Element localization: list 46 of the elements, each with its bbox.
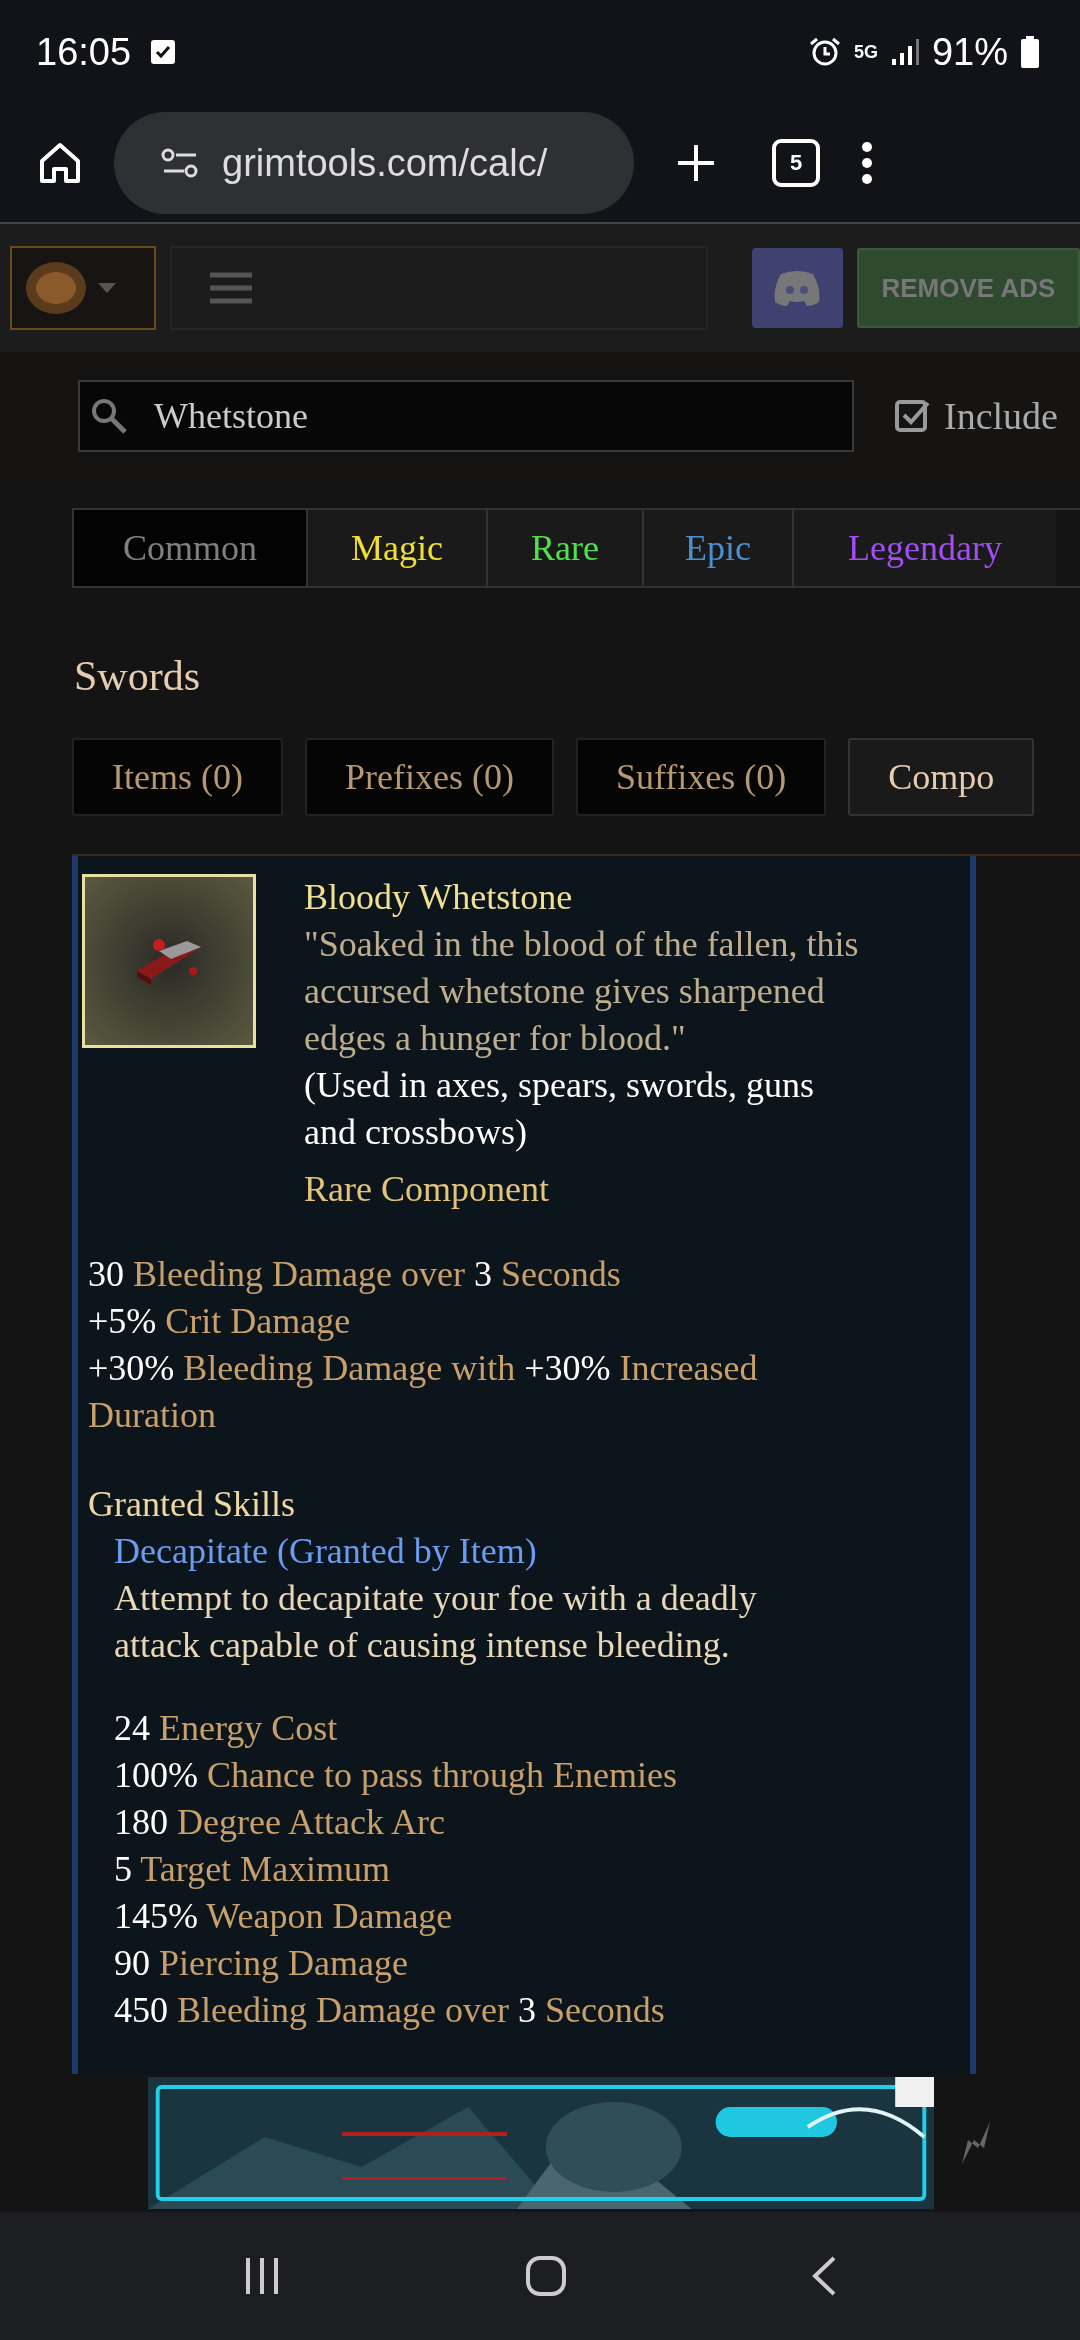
skill-name-link[interactable]: Decapitate (Granted by Item) <box>114 1528 950 1575</box>
item-type: Rare Component <box>304 1168 550 1211</box>
search-icon <box>90 397 128 435</box>
more-options-icon[interactable] <box>860 141 874 185</box>
signal-icon <box>889 37 920 67</box>
stat-line: 145% Weapon Damage <box>114 1895 454 1938</box>
category-tab[interactable]: Suffixes (0) <box>575 738 827 816</box>
address-bar[interactable]: grimtools.com/calc/ <box>114 112 634 214</box>
skill-description: Attempt to decapitate your foe with a deadly attack capable of causing intense bleeding. <box>114 1577 758 1667</box>
stat-line: +30% Bleeding Damage with +30% Increased Duration <box>88 1347 759 1437</box>
stat-line: +5% Crit Damage <box>88 1300 352 1343</box>
clock-time: 16:05 <box>36 30 132 74</box>
battery-icon <box>1020 36 1040 68</box>
include-label: Include <box>944 394 1058 438</box>
stat-line: 180 Degree Attack Arc <box>114 1801 446 1844</box>
stat-line: 90 Piercing Damage <box>114 1942 409 1985</box>
home-button-icon[interactable] <box>525 2255 567 2297</box>
stat-line: 5 Target Maximum <box>114 1848 392 1891</box>
battery-percent: 91% <box>931 30 1008 74</box>
include-checkbox[interactable] <box>894 397 932 435</box>
rarity-tab[interactable]: Rare <box>488 510 644 586</box>
checkbox-notification-icon <box>149 38 178 66</box>
item-flavor-text: "Soaked in the blood of the fallen, this accursed whetstone gives sharpened edges a hunger for blood." <box>304 923 860 1060</box>
rarity-tab[interactable]: Magic <box>308 510 488 586</box>
category-tab[interactable]: Items (0) <box>72 738 283 816</box>
rarity-tab[interactable]: Epic <box>644 510 794 586</box>
caret-icon <box>98 283 116 293</box>
site-logo-button[interactable] <box>10 246 156 330</box>
stat-line: 100% Chance to pass through Enemies <box>114 1754 678 1797</box>
granted-skills-heading: Granted Skills <box>88 1483 296 1526</box>
category-tab[interactable]: Prefixes (0) <box>304 738 554 816</box>
item-usage-text: (Used in axes, spears, swords, guns and crossbows) <box>304 1064 815 1154</box>
stat-line: 30 Bleeding Damage over 3 Seconds <box>88 1253 622 1296</box>
category-tab[interactable]: Compo <box>848 738 1035 816</box>
search-field[interactable]: Whetstone <box>78 380 854 452</box>
logo-icon <box>24 260 88 316</box>
stat-line: 24 Energy Cost <box>114 1707 339 1750</box>
network-type: 5G <box>853 43 878 61</box>
stat-line: 450 Bleeding Damage over 3 Seconds <box>114 1989 666 2032</box>
rarity-tab[interactable]: Legendary <box>794 510 1056 586</box>
game-controller-icon <box>773 270 822 306</box>
section-title: Swords <box>74 652 202 700</box>
tab-count-button[interactable]: 5 <box>772 139 820 187</box>
site-settings-icon[interactable] <box>160 148 200 178</box>
rarity-tab[interactable]: Common <box>74 510 308 586</box>
item-name: Bloody Whetstone <box>304 876 574 919</box>
